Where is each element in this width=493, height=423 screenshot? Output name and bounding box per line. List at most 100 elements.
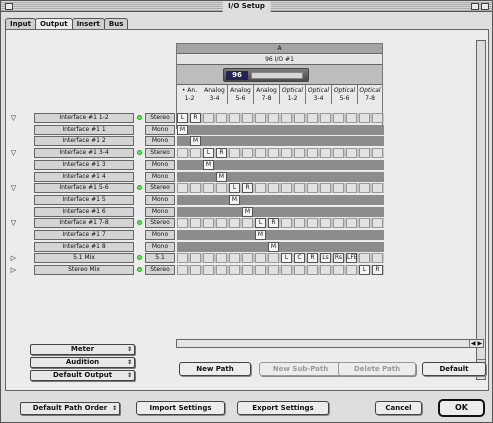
path-active-led[interactable] [137, 150, 142, 156]
path-name[interactable]: Interface #1 6 [34, 206, 134, 217]
grid-cell[interactable] [333, 113, 344, 123]
path-active-led[interactable] [137, 220, 142, 226]
grid-cell[interactable] [333, 148, 344, 159]
grid-cell[interactable] [359, 218, 370, 229]
grid-cell-assigned[interactable]: L [203, 148, 214, 159]
grid-cell-assigned[interactable]: Rs [333, 253, 344, 264]
grid-cell[interactable] [320, 148, 331, 159]
grid-cell[interactable] [359, 113, 370, 123]
path-row[interactable]: Interface #1 3 Mono M [19, 159, 384, 170]
grid-cell-assigned[interactable]: L [281, 253, 292, 264]
path-format[interactable]: Mono [145, 136, 175, 147]
grid-cell[interactable] [229, 148, 240, 159]
grid-cell[interactable] [346, 148, 357, 159]
grid-cell[interactable] [190, 253, 201, 264]
grid-cell[interactable] [216, 183, 227, 194]
grid-cell[interactable] [216, 113, 227, 123]
grid-cell[interactable] [190, 183, 201, 194]
close-box-icon[interactable] [5, 3, 13, 10]
grid-cell-assigned[interactable]: L [359, 265, 370, 276]
tab-input[interactable]: Input [5, 18, 36, 29]
grid-cell[interactable] [281, 218, 292, 229]
path-format[interactable]: Mono [145, 241, 175, 252]
grid-cell-assigned[interactable]: M [177, 124, 188, 135]
grid-cell[interactable] [190, 265, 201, 276]
import-settings-button[interactable]: Import Settings [136, 401, 225, 415]
grid-cell[interactable] [229, 218, 240, 229]
grid-cell[interactable] [359, 253, 370, 264]
grid-cell[interactable] [372, 218, 383, 229]
grid-cell[interactable] [307, 265, 318, 276]
grid-cell-assigned[interactable]: M [216, 171, 227, 182]
grid-cell[interactable] [359, 148, 370, 159]
grid-cell-assigned[interactable]: R [268, 218, 279, 229]
grid-cell[interactable] [281, 148, 292, 159]
grid-cell-assigned[interactable]: LFE [346, 253, 358, 264]
path-format[interactable]: Stereo [145, 183, 175, 194]
grid-cell[interactable] [268, 253, 279, 264]
grid-cell-assigned[interactable]: M [268, 241, 279, 252]
grid-cell[interactable] [229, 265, 240, 276]
grid-cell-assigned[interactable]: L [177, 113, 188, 123]
grid-cell[interactable] [294, 113, 305, 123]
title-bar[interactable]: I/O Setup [1, 1, 492, 12]
grid-cell[interactable] [203, 265, 214, 276]
grid-cell-assigned[interactable]: M [229, 194, 240, 205]
grid-cell[interactable] [346, 113, 357, 123]
disclosure-triangle-icon[interactable]: ▽ [9, 148, 18, 158]
grid-cell[interactable] [294, 148, 305, 159]
export-settings-button[interactable]: Export Settings [237, 401, 329, 415]
delete-path-button[interactable]: Delete Path [338, 362, 416, 376]
path-name[interactable]: Interface #1 7 [34, 230, 134, 240]
path-name[interactable]: Interface #1 3 [34, 159, 134, 170]
path-format[interactable]: Mono [145, 230, 175, 240]
path-name[interactable]: Interface #1 5 [34, 194, 134, 205]
path-row[interactable]: ▽ Interface #1 3-4 Stereo L R [11, 148, 384, 159]
grid-cell[interactable] [177, 183, 188, 194]
meter-popup[interactable]: Meter ⇕ [30, 344, 135, 355]
grid-cell[interactable] [255, 253, 266, 264]
grid-cell[interactable] [216, 253, 227, 264]
path-format[interactable]: Mono [145, 194, 175, 205]
path-format[interactable]: 5.1 [145, 253, 175, 264]
path-format[interactable]: Mono [145, 206, 175, 217]
grid-cell[interactable] [333, 265, 344, 276]
grid-cell[interactable] [216, 265, 227, 276]
grid-cell[interactable] [242, 253, 253, 264]
path-row[interactable]: Interface #1 6 Mono M [19, 206, 384, 217]
path-row[interactable]: ▽ Interface #1 7-8 Stereo L R [11, 218, 384, 229]
grid-cell[interactable] [359, 183, 370, 194]
grid-cell[interactable] [242, 265, 253, 276]
grid-cell[interactable] [320, 218, 331, 229]
path-name[interactable]: Interface #1 1 [34, 124, 134, 135]
ok-button[interactable]: OK [438, 399, 485, 417]
grid-cell[interactable] [190, 218, 201, 229]
path-format[interactable]: Mono [145, 159, 175, 170]
grid-cell-assigned[interactable]: L [255, 218, 266, 229]
path-row[interactable]: ▽ Interface #1 1-2 Stereo L R [11, 113, 384, 123]
horizontal-scrollbar[interactable]: ◀ ▶ [176, 339, 484, 348]
grid-cell-assigned[interactable]: R [190, 113, 201, 123]
disclosure-triangle-icon[interactable]: ▽ [9, 183, 18, 193]
path-format[interactable]: Stereo [145, 113, 175, 123]
grid-cell[interactable] [255, 113, 266, 123]
collapse-box-icon[interactable] [481, 3, 489, 10]
disclosure-triangle-icon[interactable]: ▽ [9, 218, 18, 228]
path-name[interactable]: Interface #1 8 [34, 241, 134, 252]
grid-cell-assigned[interactable]: Ls [320, 253, 331, 264]
grid-cell[interactable] [268, 148, 279, 159]
grid-cell[interactable] [346, 183, 357, 194]
vertical-scrollbar[interactable]: ▲ ▼ [476, 40, 486, 380]
grid-cell[interactable] [281, 183, 292, 194]
grid-cell[interactable] [320, 183, 331, 194]
path-format[interactable]: Mono [145, 171, 175, 182]
grid-cell[interactable] [216, 218, 227, 229]
zoom-box-icon[interactable] [471, 3, 479, 10]
path-row[interactable]: Interface #1 5 Mono M [19, 194, 384, 205]
disclosure-triangle-icon[interactable]: ▽ [9, 113, 18, 123]
path-row[interactable]: Interface #1 2 Mono M [19, 136, 384, 147]
path-row[interactable]: ▷ Stereo Mix Stereo L R [11, 265, 384, 276]
default-button[interactable]: Default [422, 362, 486, 376]
tab-insert[interactable]: Insert [71, 18, 105, 29]
path-format[interactable]: Stereo [145, 148, 175, 159]
